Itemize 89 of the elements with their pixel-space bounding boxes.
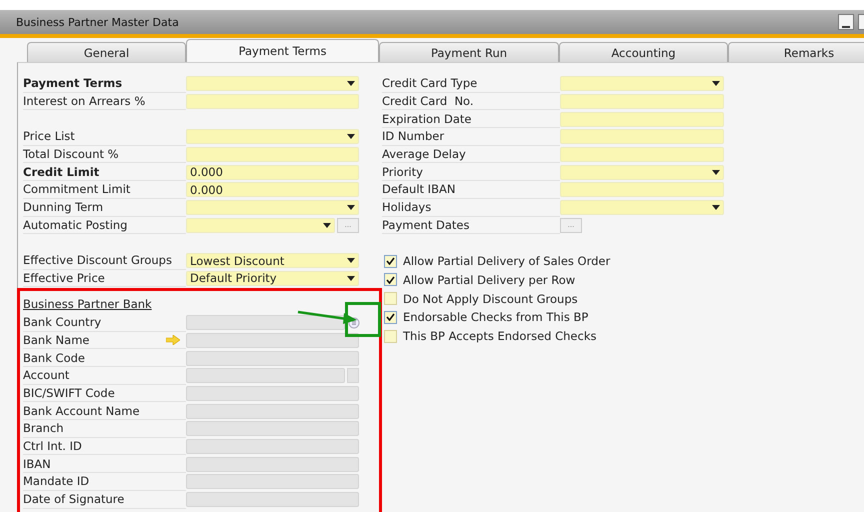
- field-label: Credit Card Type: [382, 75, 560, 93]
- input-field[interactable]: [186, 386, 359, 402]
- input-field[interactable]: [186, 439, 359, 454]
- dropdown-field[interactable]: Lowest Discount: [186, 253, 359, 268]
- input-field[interactable]: [186, 492, 359, 508]
- field-label: Credit Limit: [23, 163, 186, 182]
- dropdown-field[interactable]: Default Priority: [186, 270, 359, 286]
- input-field[interactable]: 0.000: [186, 164, 359, 180]
- section-title: Business Partner Bank: [23, 296, 153, 314]
- field-label: Holidays: [382, 198, 560, 216]
- caret-icon: [347, 205, 355, 210]
- checkbox[interactable]: [384, 310, 397, 324]
- caret-icon: [347, 134, 355, 140]
- input-field[interactable]: [186, 315, 345, 330]
- caret-icon: [712, 170, 720, 175]
- caret-icon: [347, 276, 355, 281]
- dropdown-field[interactable]: [186, 76, 359, 92]
- checkbox[interactable]: [384, 292, 397, 306]
- caret-icon: [323, 222, 331, 228]
- dropdown-field[interactable]: [560, 200, 724, 216]
- field-label: Ctrl Int. ID: [23, 438, 186, 456]
- field-label: Bank Code: [23, 349, 186, 367]
- dropdown-field[interactable]: [186, 200, 359, 216]
- caret-icon: [712, 81, 720, 86]
- field-label: Average Delay: [382, 146, 560, 164]
- minimize-icon: [842, 26, 850, 29]
- field-label: Commitment Limit: [23, 181, 186, 199]
- input-field[interactable]: [186, 368, 345, 384]
- input-field[interactable]: [186, 332, 359, 348]
- checkbox-label: Do Not Apply Discount Groups: [403, 292, 578, 306]
- checkbox-label: Allow Partial Delivery of Sales Order: [403, 254, 610, 268]
- field-label: Priority: [382, 163, 560, 182]
- field-label: Effective Discount Groups: [23, 252, 186, 270]
- input-field[interactable]: [186, 404, 359, 419]
- input-field[interactable]: [186, 474, 359, 490]
- field-label: Payment Terms: [23, 75, 186, 93]
- field-label: BIC/SWIFT Code: [23, 384, 186, 402]
- input-field[interactable]: [560, 182, 724, 198]
- field-label: Bank Country: [23, 314, 186, 332]
- dropdown-field[interactable]: [560, 164, 724, 180]
- input-field[interactable]: [186, 456, 359, 472]
- field-label: Automatic Posting: [23, 216, 186, 234]
- dropdown-field[interactable]: [186, 218, 335, 233]
- input-field[interactable]: [560, 129, 724, 144]
- checkbox-label: This BP Accepts Endorsed Checks: [403, 329, 596, 344]
- checkbox-label: Endorsable Checks from This BP: [403, 310, 588, 324]
- tab[interactable]: Remarks: [728, 42, 864, 62]
- tab[interactable]: General: [27, 42, 186, 62]
- window-title: Business Partner Master Data: [16, 16, 179, 28]
- field-label: Total Discount %: [23, 146, 186, 164]
- link-arrow-icon[interactable]: [166, 335, 180, 346]
- field-label: Dunning Term: [23, 198, 186, 216]
- field-label: IBAN: [23, 455, 186, 474]
- input-field[interactable]: [560, 112, 724, 127]
- checkbox-label: Allow Partial Delivery per Row: [403, 272, 576, 287]
- input-field[interactable]: 0.000: [186, 182, 359, 198]
- caret-icon: [347, 81, 355, 86]
- dropdown-field[interactable]: [560, 76, 724, 92]
- field-label: ID Number: [382, 128, 560, 146]
- field-label: Effective Price: [23, 270, 186, 288]
- field-label: Date of Signature: [23, 490, 186, 508]
- input-field[interactable]: [347, 368, 359, 384]
- dropdown-field[interactable]: [186, 129, 359, 144]
- field-label: Expiration Date: [382, 110, 560, 128]
- checkbox[interactable]: [384, 254, 397, 268]
- minimize-button[interactable]: [838, 14, 854, 30]
- field-label: Branch: [23, 420, 186, 438]
- tab[interactable]: Payment Run: [379, 42, 559, 62]
- field-label: Account: [23, 367, 186, 385]
- input-field[interactable]: [186, 350, 359, 366]
- field-label: Default IBAN: [382, 181, 560, 199]
- caret-icon: [712, 205, 720, 210]
- checkbox[interactable]: [384, 330, 397, 343]
- input-field[interactable]: [186, 147, 359, 162]
- field-label: Payment Dates: [382, 216, 560, 234]
- field-label: Interest on Arrears %: [23, 92, 186, 110]
- pointer-arrow: [297, 309, 359, 325]
- tab[interactable]: Accounting: [559, 42, 728, 62]
- field-label: Mandate ID: [23, 473, 186, 491]
- field-label: Price List: [23, 128, 186, 146]
- field-label: Bank Account Name: [23, 402, 186, 420]
- caret-icon: [347, 258, 355, 264]
- tab[interactable]: Payment Terms: [186, 39, 379, 62]
- field-label: Credit Card No.: [382, 92, 560, 110]
- checkbox[interactable]: [384, 273, 397, 286]
- input-field[interactable]: [186, 94, 359, 110]
- input-field[interactable]: [186, 421, 359, 436]
- input-field[interactable]: [560, 94, 724, 110]
- input-field[interactable]: [560, 147, 724, 162]
